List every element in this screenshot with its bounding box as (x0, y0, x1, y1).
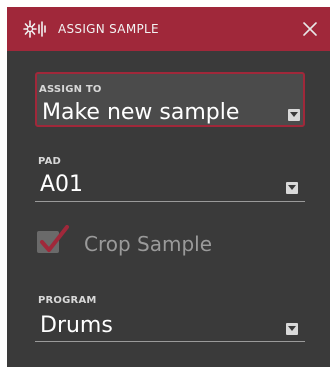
pad-label: PAD (38, 156, 62, 167)
pad-underline (35, 201, 305, 202)
crop-sample-label[interactable]: Crop Sample (84, 229, 212, 259)
assign-to-value: Make new sample (42, 100, 240, 125)
pad-value: A01 (40, 172, 84, 197)
program-label: PROGRAM (38, 295, 97, 306)
program-value: Drums (40, 313, 113, 338)
assign-sample-dialog: ASSIGN SAMPLE ASSIGN TO Make new sample … (7, 7, 330, 367)
program-dropdown[interactable]: Drums (35, 308, 305, 344)
crop-sample-checkbox[interactable] (37, 225, 69, 253)
assign-to-dropdown[interactable]: ASSIGN TO Make new sample (35, 72, 305, 127)
dialog-header: ASSIGN SAMPLE (7, 7, 330, 51)
pad-dropdown[interactable]: A01 (35, 167, 305, 203)
chevron-down-icon (286, 182, 298, 194)
close-icon[interactable] (299, 18, 321, 40)
program-underline (35, 341, 305, 342)
checkmark-icon (40, 225, 69, 252)
chevron-down-icon (286, 323, 298, 335)
assign-to-label: ASSIGN TO (39, 84, 102, 95)
chevron-down-icon (288, 109, 300, 121)
waveform-burst-icon (23, 20, 46, 38)
dialog-title: ASSIGN SAMPLE (58, 22, 159, 36)
